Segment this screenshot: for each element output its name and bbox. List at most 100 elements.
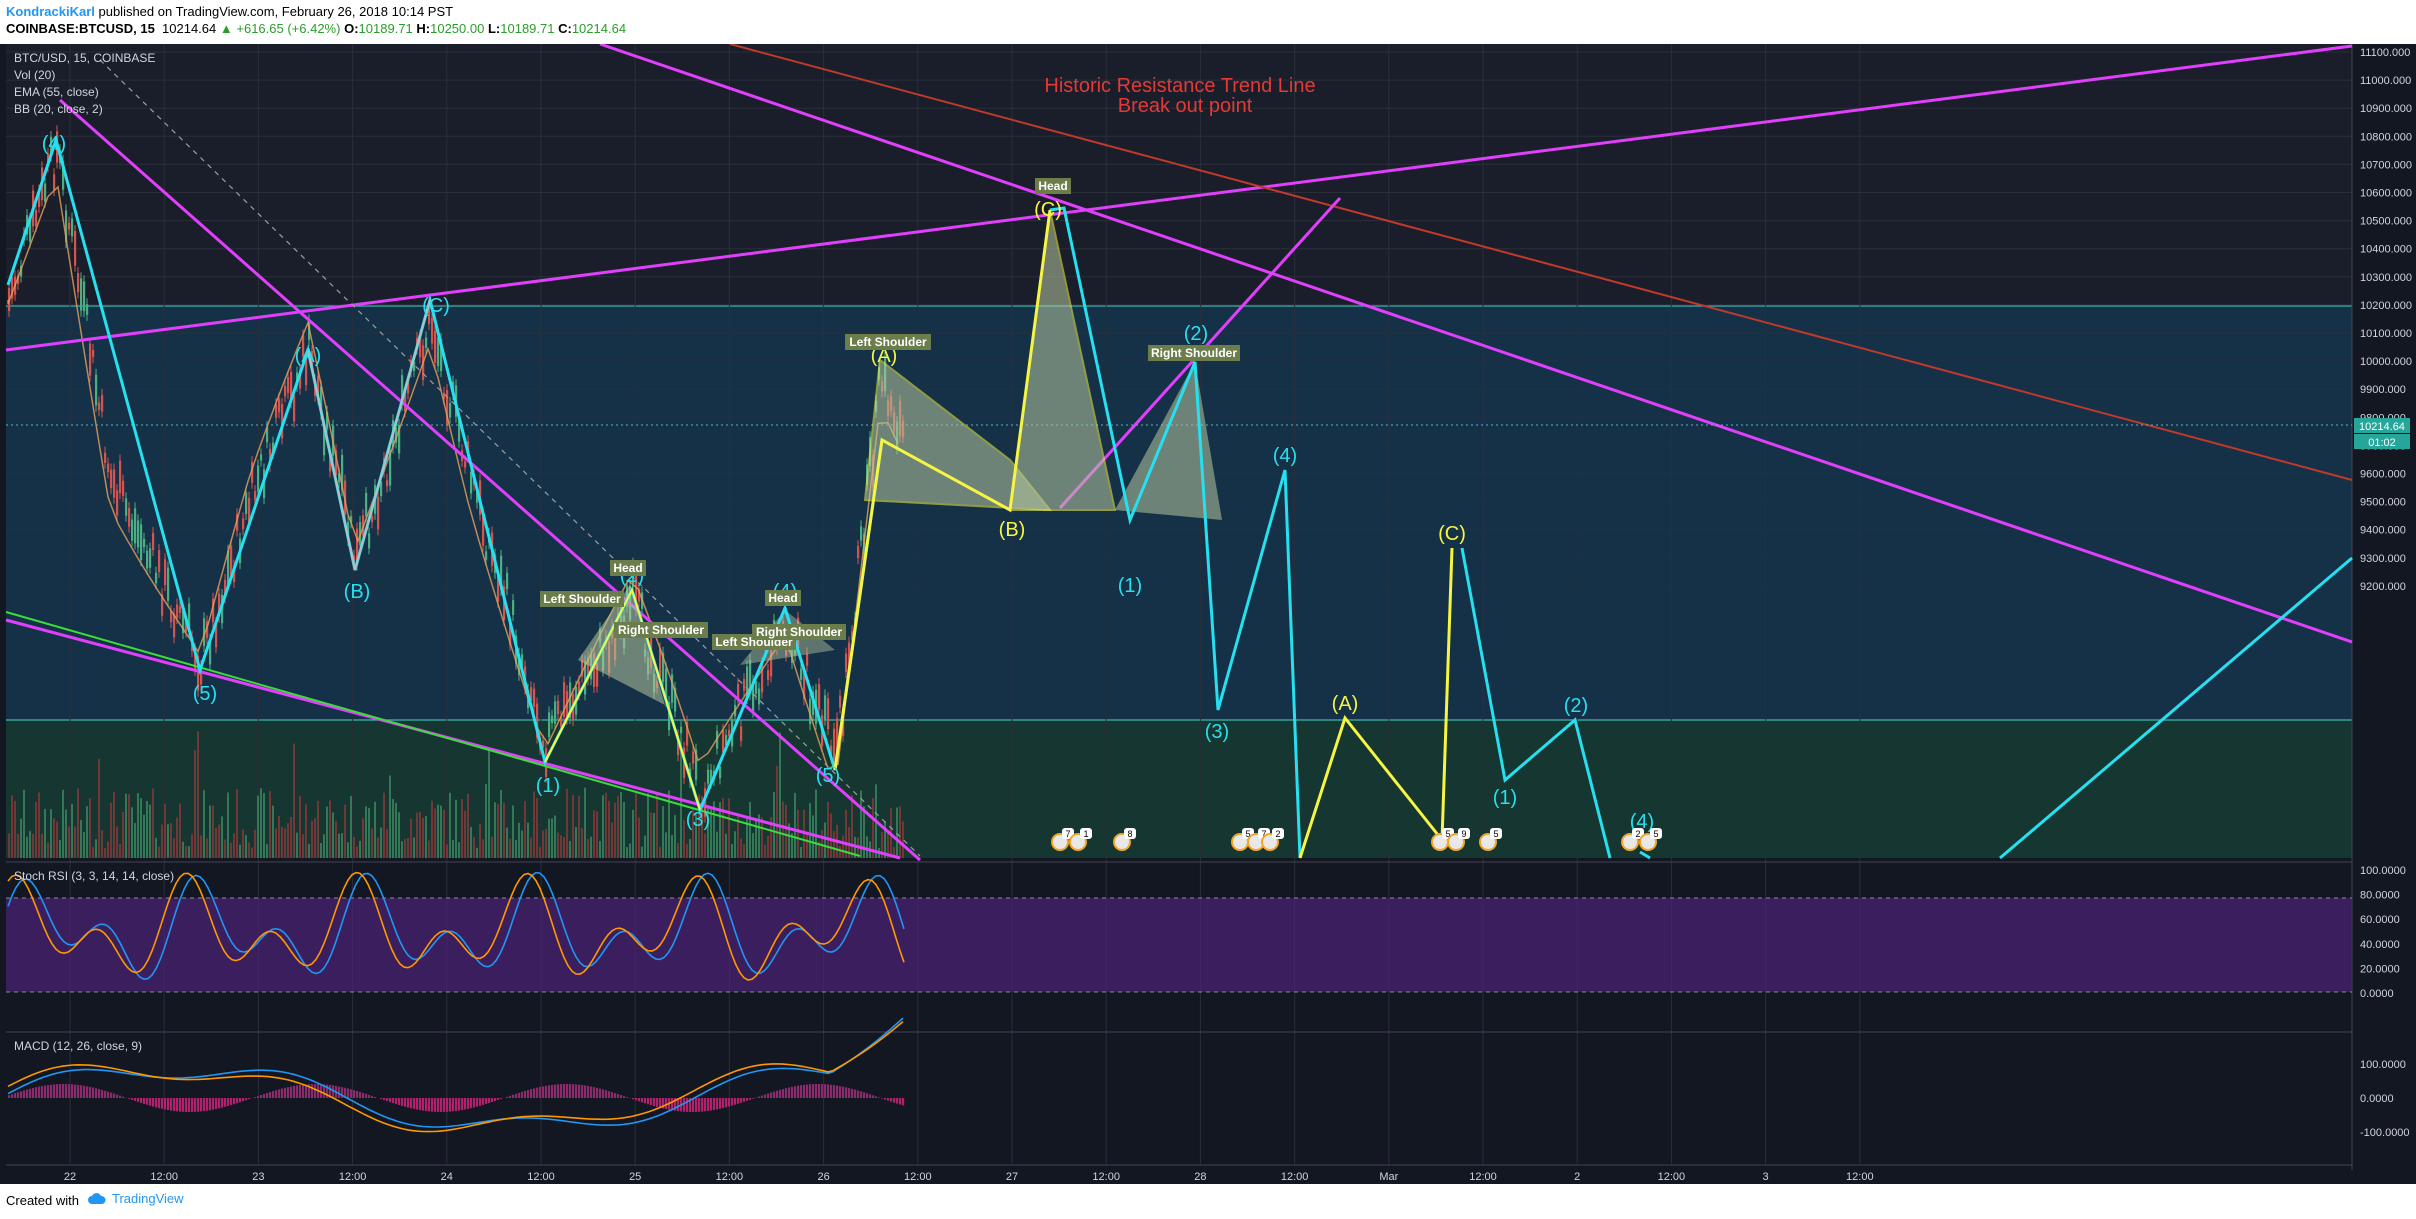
stoch-rsi-label[interactable]: Stoch RSI (3, 3, 14, 14, close)	[14, 869, 174, 883]
macd-hist	[209, 1098, 212, 1111]
volume-bar	[674, 815, 676, 858]
volume-bar	[851, 795, 853, 858]
macd-hist	[242, 1098, 245, 1102]
volume-bar	[209, 805, 211, 858]
macd-hist	[608, 1091, 611, 1098]
volume-bar	[785, 804, 787, 858]
volume-bar	[239, 844, 241, 858]
macd-hist	[143, 1098, 146, 1104]
macd-hist	[56, 1084, 59, 1098]
macd-hist	[482, 1098, 485, 1105]
volume-bar	[605, 792, 607, 858]
macd-label[interactable]: MACD (12, 26, close, 9)	[14, 1039, 142, 1053]
candle-body	[833, 728, 836, 763]
volume-bar	[614, 802, 616, 858]
macd-hist	[593, 1087, 596, 1098]
candle-body	[485, 551, 488, 560]
macd-hist	[104, 1090, 107, 1098]
macd-hist	[179, 1098, 182, 1112]
macd-hist	[206, 1098, 209, 1111]
volume-bar	[419, 811, 421, 858]
macd-hist	[779, 1089, 782, 1098]
macd-hist	[812, 1084, 815, 1098]
volume-bar	[266, 844, 268, 858]
price-axis[interactable]: 11100.000 11000.000 10900.000 10800.000 1070…	[2360, 47, 2412, 593]
chart-area[interactable]: (4) (5) (A) (B) (C) (1) (2) (3) (4) (5) …	[0, 44, 2416, 1184]
author-link[interactable]: KondrackiKarl	[6, 4, 95, 19]
macd-hist	[269, 1092, 272, 1098]
volume-bar	[635, 793, 637, 858]
macd-hist	[707, 1098, 710, 1111]
macd-hist	[806, 1084, 809, 1098]
macd-hist	[827, 1084, 830, 1098]
volume-bar	[242, 829, 244, 858]
tradingview-link[interactable]: TradingView	[88, 1191, 184, 1206]
macd-hist	[599, 1088, 602, 1098]
macd-hist	[623, 1096, 626, 1098]
high-label: H:	[416, 21, 431, 36]
legend-ema[interactable]: EMA (55, close)	[14, 84, 155, 101]
volume-bar	[134, 823, 136, 858]
candle-body	[860, 526, 863, 541]
candle-body	[89, 343, 92, 376]
volume-bar	[833, 831, 835, 858]
volume-bar	[407, 838, 409, 858]
volume-bar	[815, 789, 817, 858]
volume-bar	[53, 818, 55, 858]
macd-hist	[119, 1095, 122, 1098]
volume-bar	[302, 834, 304, 858]
macd-hist	[719, 1098, 722, 1109]
macd-hist	[776, 1090, 779, 1098]
symbol-info: COINBASE:BTCUSD, 15 10214.64 ▲ +616.65 (…	[6, 21, 626, 36]
macd-hist	[611, 1092, 614, 1098]
event-count: 7	[1065, 829, 1070, 839]
chart-header: KondrackiKarl published on TradingView.c…	[0, 0, 2416, 44]
event-count: 2	[1275, 829, 1280, 839]
macd-hist	[278, 1089, 281, 1098]
macd-hist	[257, 1096, 260, 1098]
candle-body	[434, 330, 437, 363]
time-tick: 12:00	[1658, 1171, 1686, 1183]
candle-body	[755, 681, 758, 694]
volume-bar	[584, 787, 586, 858]
macd-hist	[737, 1098, 740, 1104]
macd-hist	[311, 1084, 314, 1098]
volume-bar	[185, 846, 187, 858]
volume-bar	[704, 833, 706, 858]
macd-hist	[404, 1098, 407, 1107]
volume-bar	[392, 799, 394, 858]
macd-hist	[128, 1098, 131, 1099]
volume-bar	[191, 834, 193, 858]
macd-hist	[740, 1098, 743, 1103]
macd-hist	[569, 1084, 572, 1098]
macd-hist	[845, 1087, 848, 1098]
volume-bar	[554, 815, 556, 858]
time-tick: 12:00	[1092, 1171, 1120, 1183]
macd-hist	[218, 1098, 221, 1109]
volume-bar	[683, 820, 685, 858]
macd-hist	[518, 1092, 521, 1098]
macd-hist	[446, 1098, 449, 1112]
macd-hist	[224, 1098, 227, 1107]
price-tick: 10900.000	[2360, 103, 2412, 115]
volume-bar	[374, 801, 376, 858]
macd-hist	[734, 1098, 737, 1105]
time-tick: 12:00	[527, 1171, 555, 1183]
time-axis[interactable]: 22 12:00 23 12:00 24 12:00 25 12:00 26 12:00 27 12:…	[64, 1171, 1874, 1183]
macd-hist	[398, 1098, 401, 1106]
candle-body	[158, 550, 161, 572]
macd-hist	[284, 1087, 287, 1098]
legend-vol[interactable]: Vol (20)	[14, 67, 155, 84]
legend-bb[interactable]: BB (20, close, 2)	[14, 101, 155, 118]
macd-hist	[185, 1098, 188, 1112]
price-tick: 10600.000	[2360, 188, 2412, 200]
volume-bar	[233, 833, 235, 858]
wave-label: (B)	[999, 519, 1026, 541]
macd-hist	[521, 1091, 524, 1098]
volume-bar	[176, 817, 178, 858]
open-label: O:	[344, 21, 359, 36]
macd-hist	[821, 1084, 824, 1098]
volume-bar	[122, 811, 124, 858]
price-tick: 10800.000	[2360, 131, 2412, 143]
chart-canvas[interactable]: (4) (5) (A) (B) (C) (1) (2) (3) (4) (5) …	[0, 44, 2416, 1184]
